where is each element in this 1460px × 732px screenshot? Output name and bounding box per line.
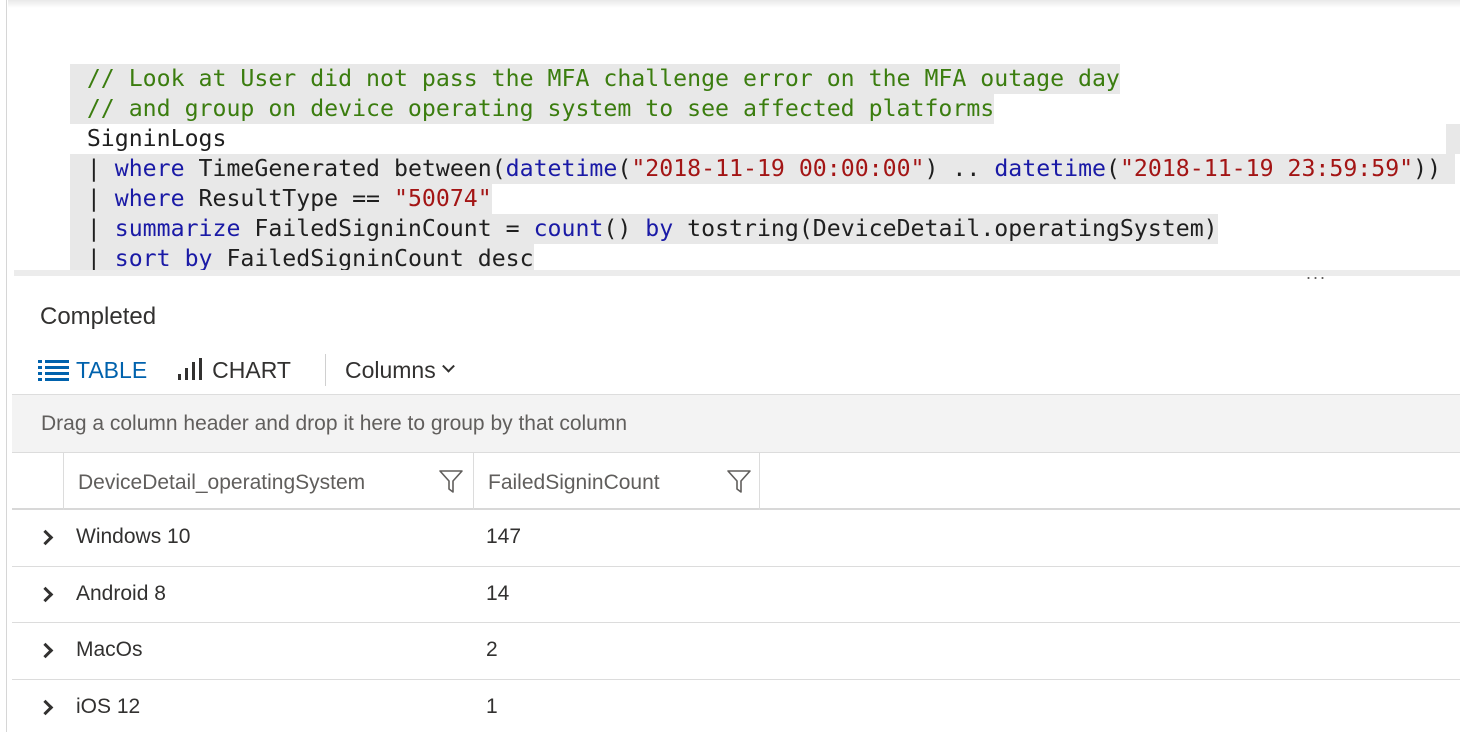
expand-chevron-icon[interactable] xyxy=(37,529,54,546)
column-header-count[interactable]: FailedSigninCount xyxy=(473,453,760,510)
chart-view-label: CHART xyxy=(212,356,291,383)
query-editor[interactable]: // Look at User did not pass the MFA cha… xyxy=(14,34,1460,276)
grid-header: DeviceDetail_operatingSystem FailedSigni… xyxy=(12,452,1460,510)
chart-bars-icon xyxy=(178,358,206,382)
cell-os: Android 8 xyxy=(76,581,166,605)
table-row[interactable]: iOS 12 1 xyxy=(12,680,1460,732)
code-line-where-time: | where TimeGenerated between(datetime("… xyxy=(14,124,1460,184)
results-toolbar: TABLE CHART Columns xyxy=(38,352,455,388)
table-view-label: TABLE xyxy=(76,356,148,383)
keyword-sort-by: sort by xyxy=(114,245,213,272)
column-header-label: DeviceDetail_operatingSystem xyxy=(78,471,366,494)
line-highlight-ext xyxy=(1446,124,1460,154)
cell-os: MacOs xyxy=(76,638,143,661)
code-line-comment-1: // Look at User did not pass the MFA cha… xyxy=(14,34,1460,94)
top-shadow xyxy=(8,0,1460,8)
cell-count: 147 xyxy=(486,525,522,548)
chart-view-button[interactable]: CHART xyxy=(178,352,291,388)
filter-icon[interactable] xyxy=(726,468,752,494)
cell-count: 2 xyxy=(486,638,498,661)
table-row[interactable]: Windows 10 147 xyxy=(12,510,1460,567)
cell-os: Windows 10 xyxy=(76,525,191,548)
group-by-drop-zone[interactable]: Drag a column header and drop it here to… xyxy=(12,394,1460,452)
columns-label: Columns xyxy=(344,356,436,383)
chevron-down-icon xyxy=(441,359,455,373)
group-by-hint: Drag a column header and drop it here to… xyxy=(41,412,628,435)
table-view-button[interactable]: TABLE xyxy=(38,352,147,388)
left-border xyxy=(6,0,7,732)
columns-dropdown[interactable]: Columns xyxy=(344,352,455,388)
filter-icon[interactable] xyxy=(438,468,464,494)
expand-chevron-icon[interactable] xyxy=(37,699,54,715)
code-line-where-result: | where ResultType == "50074" xyxy=(14,154,1460,214)
code-text: FailedSigninCount desc xyxy=(212,245,534,272)
results-grid: DeviceDetail_operatingSystem FailedSigni… xyxy=(12,452,1460,732)
editor-bottom-border xyxy=(14,270,1460,276)
code-line-comment-2: // and group on device operating system … xyxy=(14,64,1460,124)
pipe-char: | xyxy=(86,245,115,272)
table-list-icon xyxy=(38,358,70,382)
expand-chevron-icon[interactable] xyxy=(37,642,54,659)
code-line-sort: | sort by FailedSigninCount desc xyxy=(14,214,1460,274)
toolbar-separator xyxy=(324,354,326,386)
column-header-label: FailedSigninCount xyxy=(488,471,660,494)
table-row[interactable]: MacOs 2 xyxy=(12,623,1460,680)
code-line-summarize: | summarize FailedSigninCount = count() … xyxy=(14,184,1460,244)
more-options-icon[interactable]: ... xyxy=(1306,263,1336,284)
cell-count: 14 xyxy=(486,581,510,605)
column-header-os[interactable]: DeviceDetail_operatingSystem xyxy=(63,453,473,510)
code-line-table: SigninLogs xyxy=(14,94,1460,152)
expand-chevron-icon[interactable] xyxy=(37,586,54,602)
table-row[interactable]: Android 8 14 xyxy=(12,567,1460,623)
cell-count: 1 xyxy=(486,694,498,718)
cell-os: iOS 12 xyxy=(76,694,141,718)
query-status: Completed xyxy=(40,303,157,330)
